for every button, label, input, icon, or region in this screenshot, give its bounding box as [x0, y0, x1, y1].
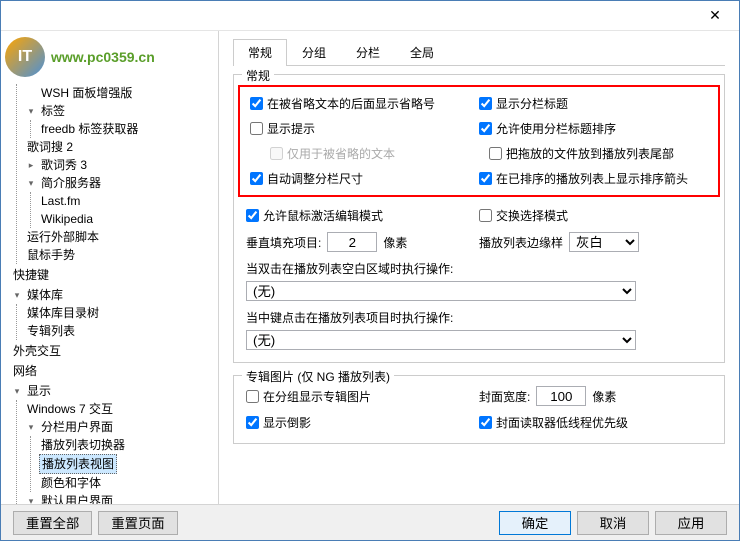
tab-global[interactable]: 全局 — [395, 39, 449, 65]
tree-wikipedia[interactable]: Wikipedia — [39, 210, 218, 228]
tree-tags[interactable]: ▾标签 — [25, 102, 218, 120]
tree-col-ui[interactable]: ▾分栏用户界面 — [25, 418, 218, 436]
tree-pl-view[interactable]: 播放列表视图 — [39, 454, 218, 474]
collapse-icon[interactable]: ▾ — [25, 177, 37, 189]
vpadding-input[interactable] — [327, 232, 377, 252]
fieldset-label-album: 专辑图片 (仅 NG 播放列表) — [242, 368, 394, 385]
tab-columns[interactable]: 分栏 — [341, 39, 395, 65]
tree-display[interactable]: ▾显示 — [11, 382, 218, 400]
content: IT www.pc0359.cn WSH 面板增强版 ▾标签 freedb 标签… — [1, 31, 739, 505]
sidebar[interactable]: IT www.pc0359.cn WSH 面板增强版 ▾标签 freedb 标签… — [1, 31, 219, 505]
edge-select[interactable]: 灰白 — [569, 232, 639, 252]
dblclick-select[interactable]: (无) — [246, 281, 636, 301]
tree-media-tree[interactable]: 媒体库目录树 — [25, 304, 218, 322]
main-panel: 常规 分组 分栏 全局 常规 在被省略文本的后面显示省略号 显示分栏标题 显示提… — [219, 31, 739, 505]
reset-page-button[interactable]: 重置页面 — [98, 511, 177, 535]
tabs: 常规 分组 分栏 全局 — [233, 39, 725, 66]
collapse-icon[interactable]: ▾ — [25, 421, 37, 433]
chk-reflection[interactable] — [246, 416, 259, 429]
apply-button[interactable]: 应用 — [655, 511, 727, 535]
chk-show-in-group[interactable] — [246, 390, 259, 403]
chk-show-hint[interactable] — [250, 122, 263, 135]
collapse-icon[interactable]: ▾ — [25, 105, 37, 117]
chk-allow-sort[interactable] — [479, 122, 492, 135]
chk-low-priority[interactable] — [479, 416, 492, 429]
close-button[interactable]: ✕ — [695, 4, 735, 28]
tree-intro-server[interactable]: ▾简介服务器 — [25, 174, 218, 192]
tab-group[interactable]: 分组 — [287, 39, 341, 65]
ok-button[interactable]: 确定 — [499, 511, 571, 535]
chk-auto-resize[interactable] — [250, 172, 263, 185]
nav-tree: WSH 面板增强版 ▾标签 freedb 标签获取器 歌词搜 2 ▸歌词秀 3 … — [1, 83, 218, 505]
collapse-icon[interactable]: ▾ — [11, 289, 23, 301]
chk-ellipsis[interactable] — [250, 97, 263, 110]
tree-mouse[interactable]: 鼠标手势 — [25, 246, 218, 264]
tree-freedb[interactable]: freedb 标签获取器 — [39, 120, 218, 138]
settings-window: ✕ IT www.pc0359.cn WSH 面板增强版 ▾标签 freedb … — [0, 0, 740, 541]
cancel-button[interactable]: 取消 — [577, 511, 649, 535]
fieldset-album: 专辑图片 (仅 NG 播放列表) 在分组显示专辑图片 封面宽度: 像素 显示倒影… — [233, 375, 725, 444]
logo-icon: IT — [5, 37, 45, 77]
chk-swap-select[interactable] — [479, 209, 492, 222]
chk-show-header[interactable] — [479, 97, 492, 110]
chk-drop-end[interactable] — [489, 147, 502, 160]
tree-hotkey[interactable]: 快捷键 — [11, 266, 218, 284]
reset-all-button[interactable]: 重置全部 — [13, 511, 92, 535]
tree-shell[interactable]: 外壳交互 — [11, 342, 218, 360]
expand-icon[interactable]: ▸ — [25, 159, 37, 171]
tree-lastfm[interactable]: Last.fm — [39, 192, 218, 210]
edge-label: 播放列表边缘样 — [479, 234, 563, 251]
tree-album-list[interactable]: 专辑列表 — [25, 322, 218, 340]
fieldset-label-general: 常规 — [242, 67, 274, 84]
footer: 重置全部 重置页面 确定 取消 应用 — [1, 504, 739, 540]
logo-text: www.pc0359.cn — [51, 49, 155, 65]
highlighted-options: 在被省略文本的后面显示省略号 显示分栏标题 显示提示 允许使用分栏标题排序 仅用… — [238, 85, 720, 197]
tree-win7[interactable]: Windows 7 交互 — [25, 400, 218, 418]
logo: IT www.pc0359.cn — [5, 37, 205, 77]
chk-mouse-edit[interactable] — [246, 209, 259, 222]
chk-show-arrow[interactable] — [479, 172, 492, 185]
tree-colors-fonts[interactable]: 颜色和字体 — [39, 474, 218, 492]
vpadding-label: 垂直填充项目: — [246, 234, 321, 251]
midclick-label: 当中键点击在播放列表项目时执行操作: — [246, 309, 453, 326]
tree-ext-script[interactable]: 运行外部脚本 — [25, 228, 218, 246]
fieldset-general: 常规 在被省略文本的后面显示省略号 显示分栏标题 显示提示 允许使用分栏标题排序… — [233, 74, 725, 363]
chk-hint-truncated — [270, 147, 283, 160]
tree-pl-switcher[interactable]: 播放列表切换器 — [39, 436, 218, 454]
dblclick-label: 当双击在播放列表空白区域时执行操作: — [246, 260, 453, 277]
cover-width-label: 封面宽度: — [479, 388, 530, 405]
tree-network[interactable]: 网络 — [11, 362, 218, 380]
tree-wsh[interactable]: WSH 面板增强版 — [25, 84, 218, 102]
tree-lyrics3[interactable]: ▸歌词秀 3 — [25, 156, 218, 174]
tree-lyrics2[interactable]: 歌词搜 2 — [25, 138, 218, 156]
tree-media[interactable]: ▾媒体库 — [11, 286, 218, 304]
collapse-icon[interactable]: ▾ — [11, 385, 23, 397]
titlebar: ✕ — [1, 1, 739, 31]
cover-width-input[interactable] — [536, 386, 586, 406]
midclick-select[interactable]: (无) — [246, 330, 636, 350]
tab-general[interactable]: 常规 — [233, 39, 287, 66]
